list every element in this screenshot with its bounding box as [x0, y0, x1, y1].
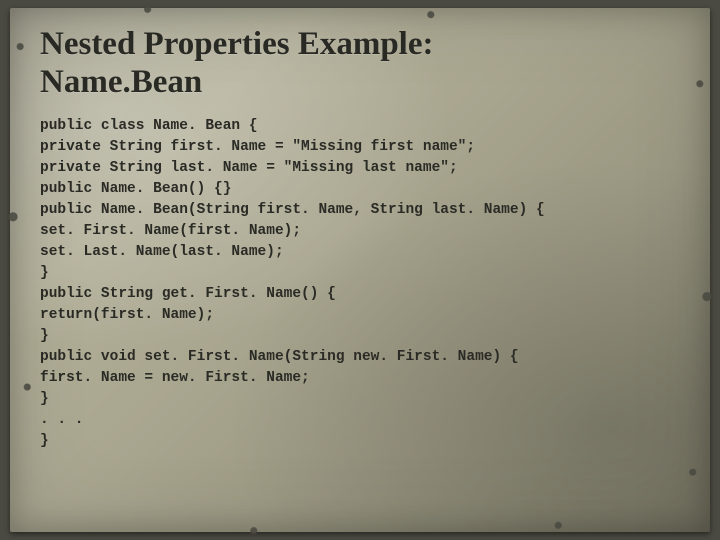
slide-paper: Nested Properties Example: Name.Bean pub… — [10, 8, 710, 532]
slide-title: Nested Properties Example: Name.Bean — [40, 26, 680, 102]
code-block: public class Name. Bean { private String… — [40, 116, 680, 452]
